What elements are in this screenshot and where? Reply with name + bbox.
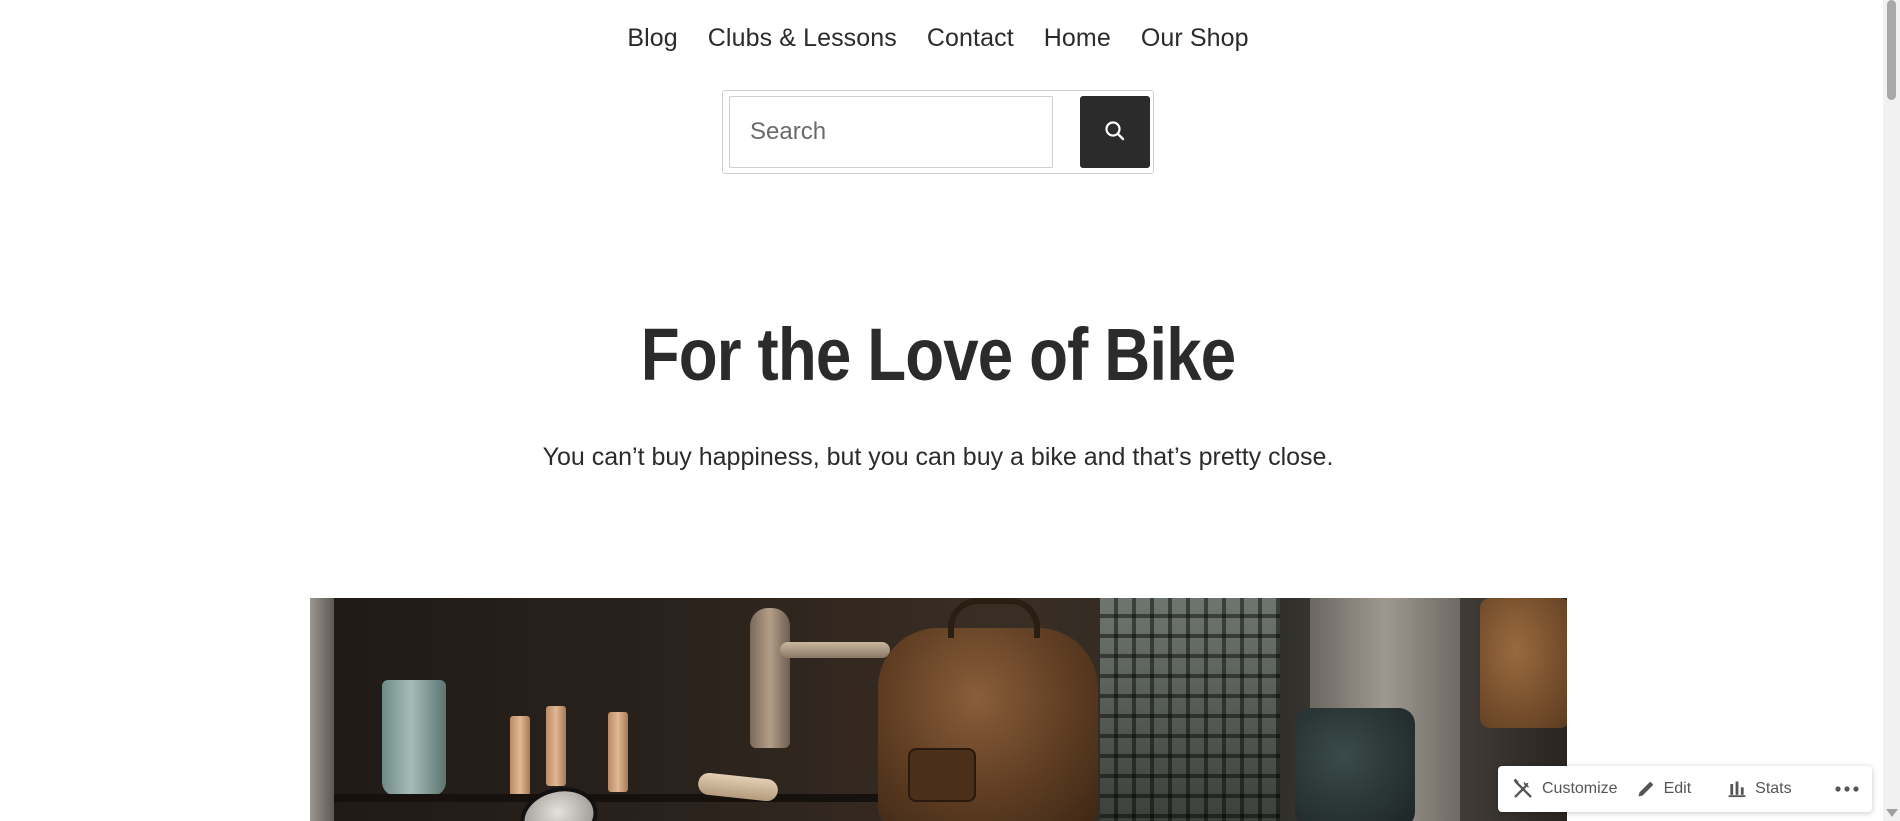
pencil-icon <box>1636 779 1656 799</box>
ellipsis-icon <box>1834 785 1860 793</box>
page-scrollbar[interactable] <box>1883 0 1900 821</box>
stats-button[interactable]: Stats <box>1727 766 1792 812</box>
nav-item-blog[interactable]: Blog <box>627 24 677 53</box>
search-input[interactable] <box>729 96 1053 168</box>
site-title: For the Love of Bike <box>640 313 1236 396</box>
search-button[interactable] <box>1080 96 1150 168</box>
customize-button[interactable]: Customize <box>1512 766 1618 812</box>
scrollbar-thumb[interactable] <box>1887 0 1896 100</box>
nav-item-contact[interactable]: Contact <box>927 24 1014 53</box>
page: Blog Clubs & Lessons Contact Home Our Sh… <box>0 0 1900 821</box>
primary-nav: Blog Clubs & Lessons Contact Home Our Sh… <box>0 24 1876 53</box>
tools-icon <box>1512 778 1534 800</box>
edit-button[interactable]: Edit <box>1636 766 1692 812</box>
hero-image <box>310 598 1567 821</box>
edit-label: Edit <box>1663 780 1692 797</box>
nav-item-our-shop[interactable]: Our Shop <box>1141 24 1249 53</box>
more-options-button[interactable] <box>1834 766 1864 812</box>
nav-item-home[interactable]: Home <box>1044 24 1111 53</box>
admin-action-bar: Customize Edit Stats <box>1498 766 1872 812</box>
search-form <box>722 90 1154 174</box>
bar-chart-icon <box>1727 779 1747 799</box>
nav-item-clubs-lessons[interactable]: Clubs & Lessons <box>708 24 897 53</box>
stats-label: Stats <box>1755 780 1792 797</box>
search-icon <box>1103 119 1127 146</box>
site-tagline: You can’t buy happiness, but you can buy… <box>542 443 1334 471</box>
customize-label: Customize <box>1542 780 1618 797</box>
scroll-down-arrow-icon[interactable] <box>1886 809 1898 817</box>
